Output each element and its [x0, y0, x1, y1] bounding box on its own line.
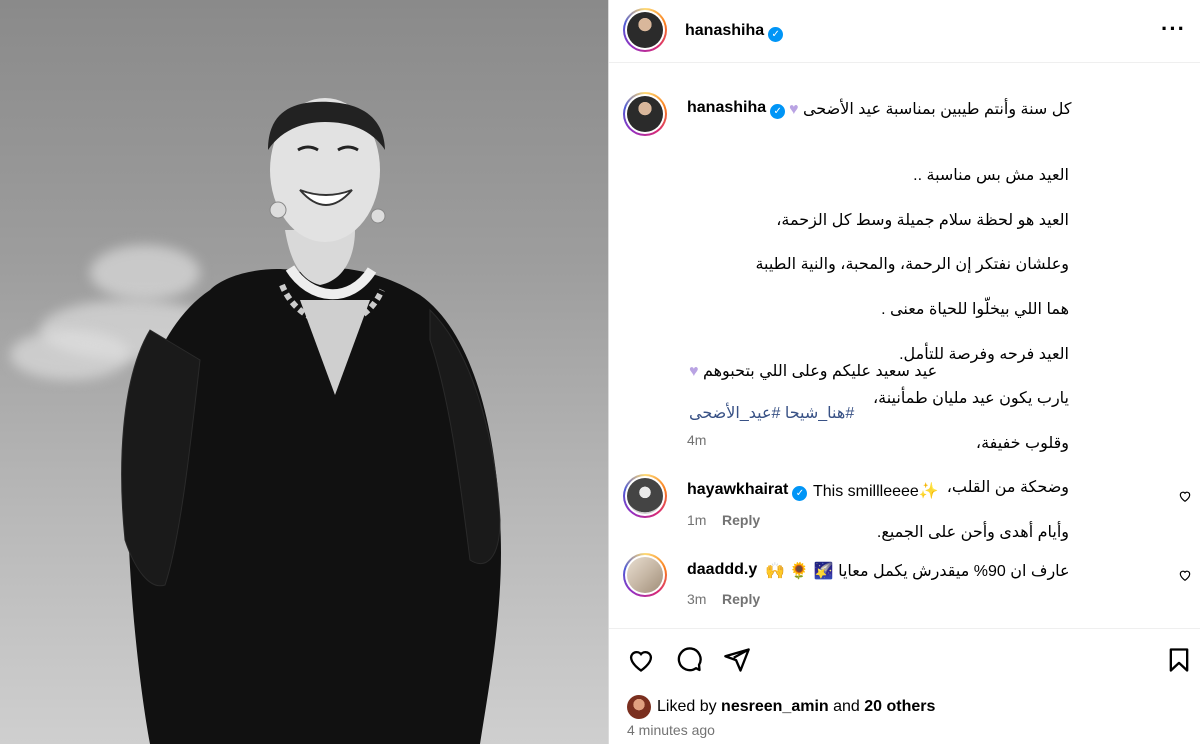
- caption-line: وعلشان نفتكر إن الرحمة، والمحبة، والنية …: [755, 256, 1069, 274]
- reply-button[interactable]: Reply: [722, 591, 760, 607]
- comment-like-heart-icon[interactable]: [1178, 489, 1192, 503]
- post-details-panel: hanashiha ✓ ··· hanashiha ✓ كل سنة وأنتم ط…: [609, 0, 1200, 744]
- caption-username-text[interactable]: hanashiha: [687, 99, 766, 116]
- more-options-icon[interactable]: ···: [1161, 18, 1186, 40]
- verified-badge-icon: ✓: [792, 486, 808, 501]
- comment-timestamp[interactable]: 3m: [687, 591, 706, 607]
- caption-line: العيد هو لحظة سلام جميلة وسط كل الزحمة،: [776, 211, 1069, 229]
- caption-timestamp[interactable]: 4m: [687, 432, 706, 448]
- purple-heart-icon: ♥: [789, 101, 799, 118]
- caption-body: العيد مش بس مناسبة .. العيد هو لحظة سلام…: [689, 143, 1069, 567]
- caption-author-username[interactable]: hanashiha ✓: [687, 99, 786, 119]
- caption-line: العيد مش بس مناسبة ..: [913, 167, 1069, 185]
- caption-first-line: كل سنة وأنتم طيبين بمناسبة عيد الأضحى ♥: [789, 99, 1071, 119]
- comment-text: This smillleeee✨: [813, 483, 939, 500]
- header-divider: [609, 62, 1200, 63]
- hashtag-links[interactable]: #هنا_شيحا #عيد_الأضحى: [689, 403, 854, 423]
- caption-first-text: كل سنة وأنتم طيبين بمناسبة عيد الأضحى: [802, 101, 1072, 118]
- commenter-username-text[interactable]: hayawkhairat: [687, 481, 788, 498]
- comment-timestamp[interactable]: 1m: [687, 512, 706, 528]
- heart-icon[interactable]: [627, 646, 655, 674]
- commenter-username[interactable]: hayawkhairat ✓: [687, 481, 808, 501]
- commenter-avatar[interactable]: [623, 474, 667, 518]
- caption-line: وقلوب خفيفة،: [975, 434, 1069, 452]
- likes-others-count[interactable]: 20 others: [864, 698, 935, 716]
- verified-badge-icon: ✓: [770, 104, 786, 119]
- post-age: 4 minutes ago: [627, 722, 715, 738]
- reply-button[interactable]: Reply: [722, 512, 760, 528]
- author-username-header[interactable]: hanashiha ✓: [685, 22, 784, 42]
- comment-icon[interactable]: [675, 646, 703, 674]
- likes-prefix-text: Liked by: [657, 698, 717, 715]
- likes-and-text: and: [833, 698, 860, 715]
- author-username-text[interactable]: hanashiha: [685, 22, 764, 39]
- share-icon[interactable]: [723, 646, 751, 674]
- bookmark-icon[interactable]: [1165, 646, 1193, 674]
- caption-author-avatar[interactable]: [623, 92, 667, 136]
- comment-like-heart-icon[interactable]: [1178, 568, 1192, 582]
- commenter-username[interactable]: daaddd.y: [687, 561, 757, 579]
- commenter-username-text[interactable]: daaddd.y: [687, 561, 757, 578]
- caption-closing-line: عيد سعيد عليكم وعلى اللي بتحبوهم ♥: [689, 361, 937, 381]
- verified-badge-icon: ✓: [768, 27, 784, 42]
- caption-line: هما اللي بيخلّوا للحياة معنى .: [881, 301, 1069, 319]
- actions-divider: [609, 628, 1200, 629]
- likes-summary[interactable]: Liked by nesreen_amin and 20 others: [627, 695, 935, 719]
- woman-figure-illustration: [121, 98, 501, 744]
- caption-closing-text: عيد سعيد عليكم وعلى اللي بتحبوهم: [702, 363, 938, 380]
- post-photo[interactable]: [0, 0, 608, 744]
- liker-username[interactable]: nesreen_amin: [721, 698, 829, 716]
- author-avatar[interactable]: [623, 8, 667, 52]
- purple-heart-icon: ♥: [689, 363, 699, 380]
- comment-text: عارف ان 90% ميقدرش يكمل معايا 🌠 🌻 🙌: [765, 563, 1070, 580]
- commenter-avatar[interactable]: [623, 553, 667, 597]
- liker-avatar[interactable]: [627, 695, 651, 719]
